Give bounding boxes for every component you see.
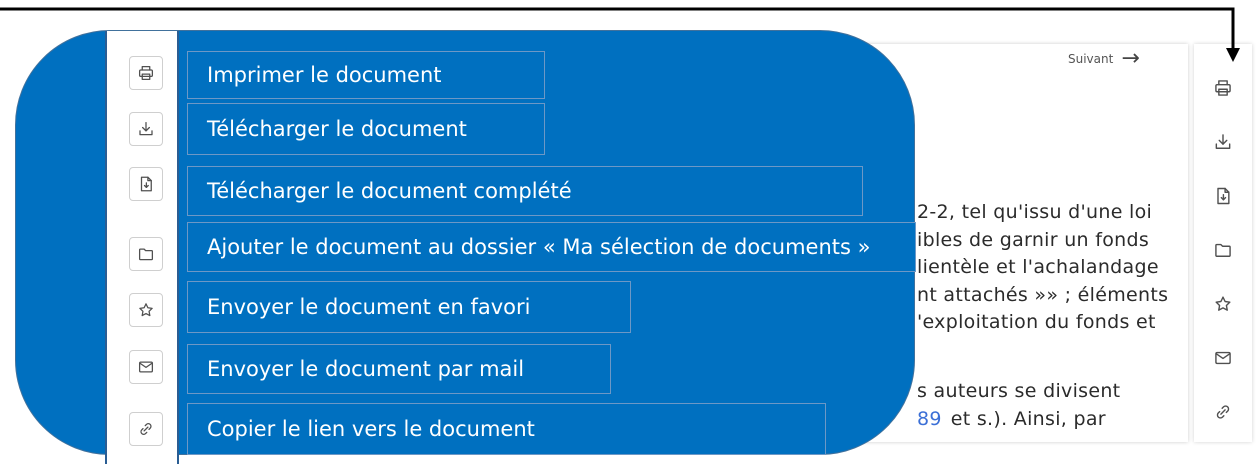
email-button[interactable] — [1194, 331, 1252, 385]
paragraph-line: 89 et s.). Ainsi, par — [917, 406, 1120, 434]
overlay-label-print: Imprimer le document — [187, 51, 545, 99]
overlay-label-email: Envoyer le document par mail — [187, 344, 611, 394]
paragraph-line: lientèle et l'achalandage — [917, 256, 1159, 278]
overlay-email-button — [129, 350, 163, 384]
paragraph-line: s auteurs se divisent — [917, 380, 1121, 402]
overlay-toolbar-strip — [105, 31, 179, 464]
download-button[interactable] — [1194, 115, 1252, 169]
favorite-button[interactable] — [1194, 277, 1252, 331]
overlay-download-completed-button — [129, 167, 163, 201]
folder-icon — [1213, 240, 1233, 260]
overlay-label-copy-link: Copier le lien vers le document — [187, 403, 826, 455]
download-icon — [137, 120, 155, 138]
print-icon — [137, 64, 155, 82]
reference-link[interactable]: 89 — [917, 408, 942, 430]
overlay-copy-link-button — [129, 412, 163, 446]
overlay-label-add-to-folder: Ajouter le document au dossier « Ma séle… — [187, 222, 916, 272]
print-icon — [1213, 78, 1233, 98]
overlay-print-button — [129, 56, 163, 90]
overlay-download-button — [129, 112, 163, 146]
paragraph-text: et s.). Ainsi, par — [950, 407, 1106, 430]
overlay-label-download-completed: Télécharger le document complété — [187, 166, 863, 216]
overlay-favorite-button — [129, 293, 163, 327]
overlay-label-download: Télécharger le document — [187, 103, 545, 155]
document-paragraph: 2-2, tel qu'issu d'une loi ibles de garn… — [917, 199, 1168, 337]
overlay-folder-button — [129, 237, 163, 271]
paragraph-line: 2-2, tel qu'issu d'une loi — [917, 201, 1153, 223]
download-icon — [1213, 132, 1233, 152]
next-link-label: Suivant — [1068, 52, 1114, 66]
add-to-folder-button[interactable] — [1194, 223, 1252, 277]
paragraph-line: nt attachés »» ; éléments — [917, 283, 1169, 306]
star-icon — [137, 301, 155, 319]
link-icon — [137, 420, 155, 438]
file-download-icon — [137, 175, 155, 193]
mail-icon — [137, 358, 155, 376]
overlay-label-favorite: Envoyer le document en favori — [187, 281, 631, 333]
mail-icon — [1213, 348, 1233, 368]
star-icon — [1213, 294, 1233, 314]
copy-link-button[interactable] — [1194, 385, 1252, 439]
folder-icon — [137, 245, 155, 263]
paragraph-line: 'exploitation du fonds et — [917, 311, 1156, 333]
arrow-right-icon: → — [1121, 46, 1140, 71]
print-button[interactable] — [1194, 61, 1252, 115]
next-link[interactable]: Suivant → — [1068, 47, 1140, 71]
document-paragraph: s auteurs se divisent 89 et s.). Ainsi, p… — [917, 378, 1120, 433]
document-toolbar — [1194, 44, 1252, 442]
download-completed-button[interactable] — [1194, 169, 1252, 223]
paragraph-line: ibles de garnir un fonds — [917, 228, 1150, 251]
file-download-icon — [1213, 186, 1233, 206]
link-icon — [1213, 402, 1233, 422]
